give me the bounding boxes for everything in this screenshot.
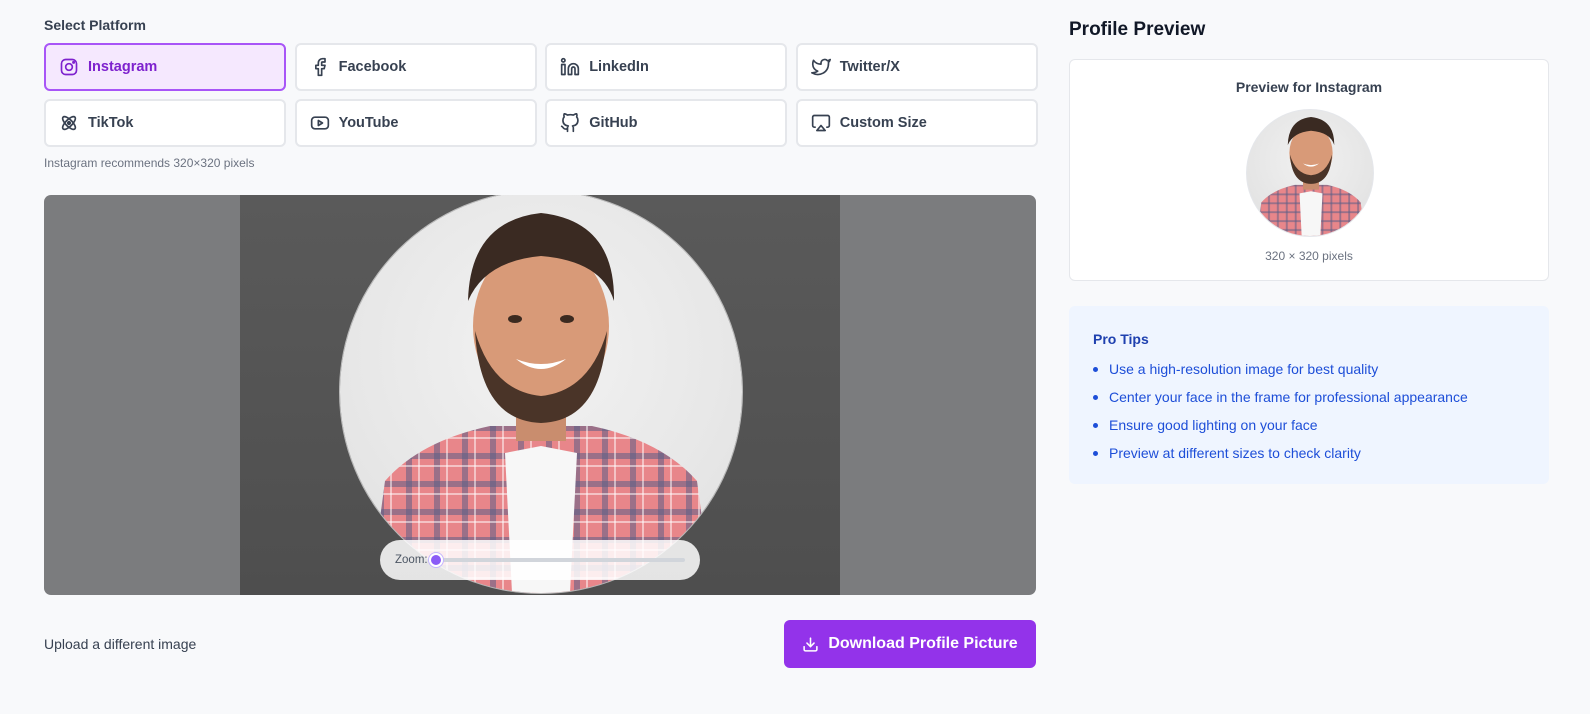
github-icon (561, 113, 579, 133)
platform-button-linkedin[interactable]: LinkedIn (545, 43, 788, 91)
profile-preview-title: Profile Preview (1069, 19, 1206, 40)
twitter-icon (810, 58, 831, 76)
pro-tips-card: Pro Tips Use a high-resolution image for… (1069, 306, 1549, 484)
size-recommendation: Instagram recommends 320×320 pixels (44, 156, 255, 170)
preview-portrait (1256, 117, 1366, 236)
platform-label: Facebook (338, 59, 407, 75)
download-label: Download Profile Picture (828, 635, 1018, 652)
tiktok-icon (61, 115, 77, 131)
preview-size: 320 × 320 pixels (1265, 249, 1353, 263)
platform-button-instagram[interactable]: Instagram (44, 43, 286, 91)
monitor-icon (811, 114, 830, 132)
zoom-label: Zoom: (395, 554, 428, 566)
portrait-photo (370, 213, 712, 593)
pro-tips-title: Pro Tips (1093, 331, 1149, 347)
platform-button-youtube[interactable]: YouTube (294, 99, 537, 147)
linkedin-icon (561, 57, 580, 76)
platform-label: GitHub (589, 115, 638, 131)
tip-item: Preview at different sizes to check clar… (1093, 439, 1525, 467)
tip-item: Center your face in the frame for profes… (1093, 383, 1525, 411)
preview-heading: Preview for Instagram (1235, 79, 1383, 95)
pro-tips-list: Use a high-resolution image for best qua… (1093, 355, 1525, 467)
platform-button-tiktok[interactable]: TikTok (44, 99, 286, 147)
zoom-slider[interactable] (428, 553, 685, 567)
platform-label: Instagram (88, 59, 158, 75)
youtube-icon (310, 116, 329, 130)
zoom-slider-thumb[interactable] (428, 553, 443, 567)
preview-avatar (1246, 109, 1374, 237)
platform-button-facebook[interactable]: Facebook (294, 43, 537, 91)
crop-area[interactable] (340, 195, 742, 593)
platform-label: YouTube (338, 115, 399, 131)
platform-button-custom-size[interactable]: Custom Size (795, 99, 1038, 147)
facebook-icon (314, 57, 326, 77)
tip-item: Use a high-resolution image for best qua… (1093, 355, 1525, 383)
platform-label: TikTok (88, 115, 134, 131)
crop-editor[interactable]: Zoom: (44, 195, 1036, 595)
download-profile-picture-button[interactable]: Download Profile Picture (784, 620, 1036, 668)
download-icon (803, 636, 818, 652)
platform-button-github[interactable]: GitHub (545, 99, 788, 147)
preview-card: Preview for Instagram 320 × 320 pixels (1069, 59, 1549, 281)
select-platform-label: Select Platform (44, 17, 146, 33)
platform-label: Custom Size (839, 115, 927, 131)
upload-different-image-link[interactable]: Upload a different image (44, 636, 196, 652)
zoom-control: Zoom: (380, 540, 700, 580)
platform-button-twitter[interactable]: Twitter/X (795, 43, 1038, 91)
instagram-icon (60, 58, 78, 76)
tip-item: Ensure good lighting on your face (1093, 411, 1525, 439)
platform-label: Twitter/X (839, 59, 900, 75)
platform-grid: Instagram Facebook LinkedIn Twitter/X Ti… (44, 43, 1038, 147)
platform-label: LinkedIn (589, 59, 649, 75)
